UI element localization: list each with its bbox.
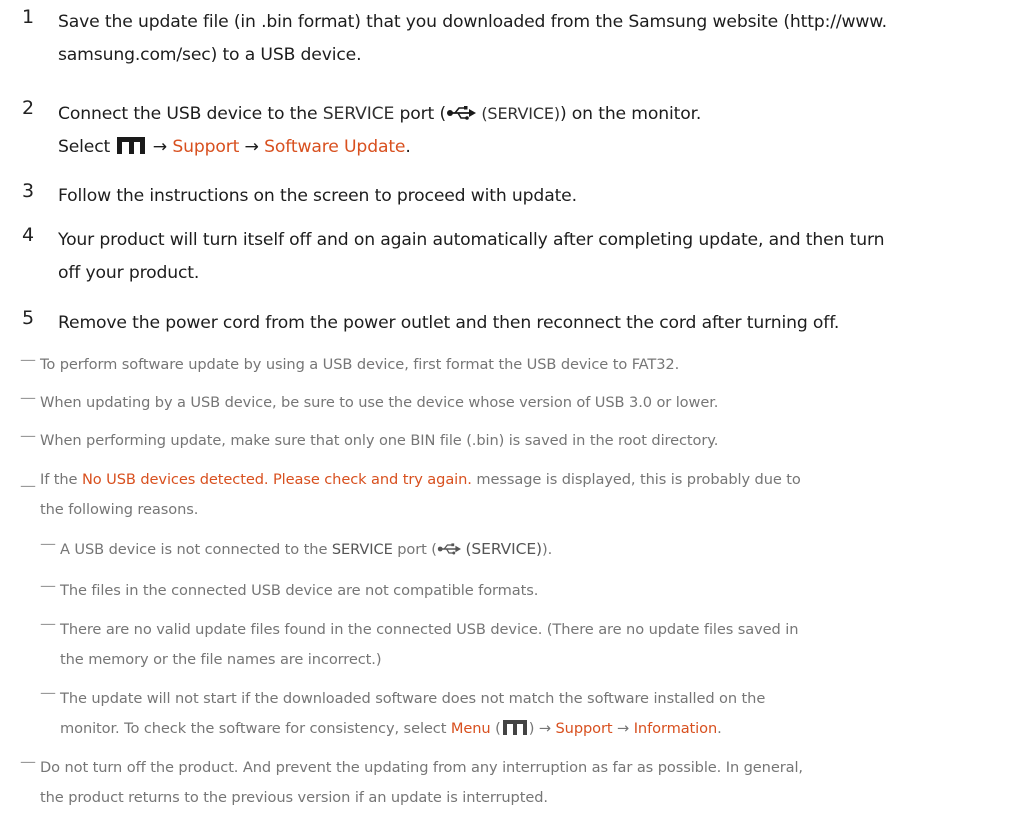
note-text: There are no valid update files found in… (60, 621, 799, 638)
menu-link: Menu (450, 720, 491, 737)
step-1: 1 Save the update file (in .bin format) … (22, 6, 1007, 72)
text-run: message is displayed, this is probably d… (471, 471, 801, 488)
note-one-bin: — When performing update, make sure that… (20, 426, 719, 449)
step-2: 2 Connect the USB device to the SERVICE … (22, 97, 1007, 164)
note-text: The update will not start if the downloa… (60, 690, 766, 707)
note-dash: — (40, 683, 56, 702)
note-text: When performing update, make sure that o… (40, 432, 719, 449)
note-do-not-turn-off: — Do not turn off the product. And preve… (20, 752, 803, 808)
step-5: 5 Remove the power cord from the power o… (22, 307, 1007, 340)
note-dash: — (20, 388, 36, 407)
step-text: off your product. (58, 263, 200, 283)
text-run: . (717, 720, 722, 737)
arrow: → (612, 720, 634, 737)
step-text: Your product will turn itself off and on… (58, 230, 885, 250)
step-text: Save the update file (in .bin format) th… (58, 12, 887, 32)
menu-software-update-link: Software Update (264, 137, 406, 157)
text-run: ( (490, 720, 501, 737)
text-run: If the (40, 471, 82, 488)
text-run: ) on the monitor. (559, 104, 702, 124)
menu-icon (117, 137, 146, 154)
note-dash: — (40, 614, 56, 633)
step-text: Select → Support → Software Update. (58, 131, 1007, 164)
subnote-not-connected: — A USB device is not connected to the S… (40, 534, 552, 558)
note-text: A USB device is not connected to the SER… (60, 540, 552, 558)
menu-support-link: Support (555, 720, 613, 737)
subnote-no-valid-files: — There are no valid update files found … (40, 614, 799, 670)
text-run: Select (58, 137, 116, 157)
note-text: the memory or the file names are incorre… (60, 651, 382, 668)
arrow: → (147, 137, 173, 157)
text-run: A USB device is not connected to the (60, 541, 332, 558)
service-port-label: SERVICE (322, 104, 395, 124)
usb-icon (437, 543, 461, 555)
note-text: Do not turn off the product. And prevent… (40, 759, 803, 776)
note-no-usb-detected: — If the No USB devices detected. Please… (20, 470, 801, 520)
step-text: samsung.com/sec) to a USB device. (58, 45, 362, 65)
step-4: 4 Your product will turn itself off and … (22, 224, 1007, 290)
menu-support-link: Support (172, 137, 240, 157)
note-text: When updating by a USB device, be sure t… (40, 394, 719, 411)
step-3: 3 Follow the instructions on the screen … (22, 180, 1007, 213)
menu-information-link: Information (633, 720, 718, 737)
note-text: the product returns to the previous vers… (40, 789, 548, 806)
note-dash: — (20, 476, 36, 495)
note-text: monitor. To check the software for consi… (60, 719, 765, 739)
step-number: 5 (22, 307, 34, 329)
arrow: → (239, 137, 265, 157)
text-run: ). (541, 541, 553, 558)
menu-icon (502, 720, 527, 735)
text-run: . (405, 137, 411, 157)
step-number: 4 (22, 224, 34, 246)
text-run: port ( (392, 541, 437, 558)
arrow: → (534, 720, 556, 737)
note-dash: — (20, 426, 36, 445)
error-message: No USB devices detected. Please check an… (81, 471, 472, 488)
note-dash: — (20, 350, 36, 369)
note-dash: — (40, 534, 56, 553)
note-fat32: — To perform software update by using a … (20, 350, 680, 373)
step-text: Remove the power cord from the power out… (58, 313, 840, 333)
step-text: Connect the USB device to the SERVICE po… (58, 97, 1007, 131)
text-run: Connect the USB device to the (58, 104, 323, 124)
step-number: 2 (22, 97, 34, 119)
note-text: The files in the connected USB device ar… (60, 582, 539, 599)
subnote-software-mismatch: — The update will not start if the downl… (40, 683, 766, 739)
note-dash: — (20, 752, 36, 771)
note-text: To perform software update by using a US… (40, 356, 680, 373)
document-page: 1 Save the update file (in .bin format) … (0, 0, 1013, 822)
usb-icon (447, 106, 477, 120)
step-text: Follow the instructions on the screen to… (58, 186, 577, 206)
text-run: port ( (394, 104, 447, 124)
note-text: the following reasons. (40, 501, 199, 518)
note-usb-version: — When updating by a USB device, be sure… (20, 388, 719, 411)
service-port-label: SERVICE (331, 541, 393, 558)
service-label: (SERVICE) (465, 540, 542, 558)
step-number: 3 (22, 180, 34, 202)
subnote-not-compatible: — The files in the connected USB device … (40, 576, 539, 599)
step-number: 1 (22, 6, 34, 28)
note-text: If the No USB devices detected. Please c… (40, 470, 801, 490)
text-run: monitor. To check the software for consi… (60, 720, 451, 737)
service-label: (SERVICE) (481, 104, 560, 123)
note-dash: — (40, 576, 56, 595)
